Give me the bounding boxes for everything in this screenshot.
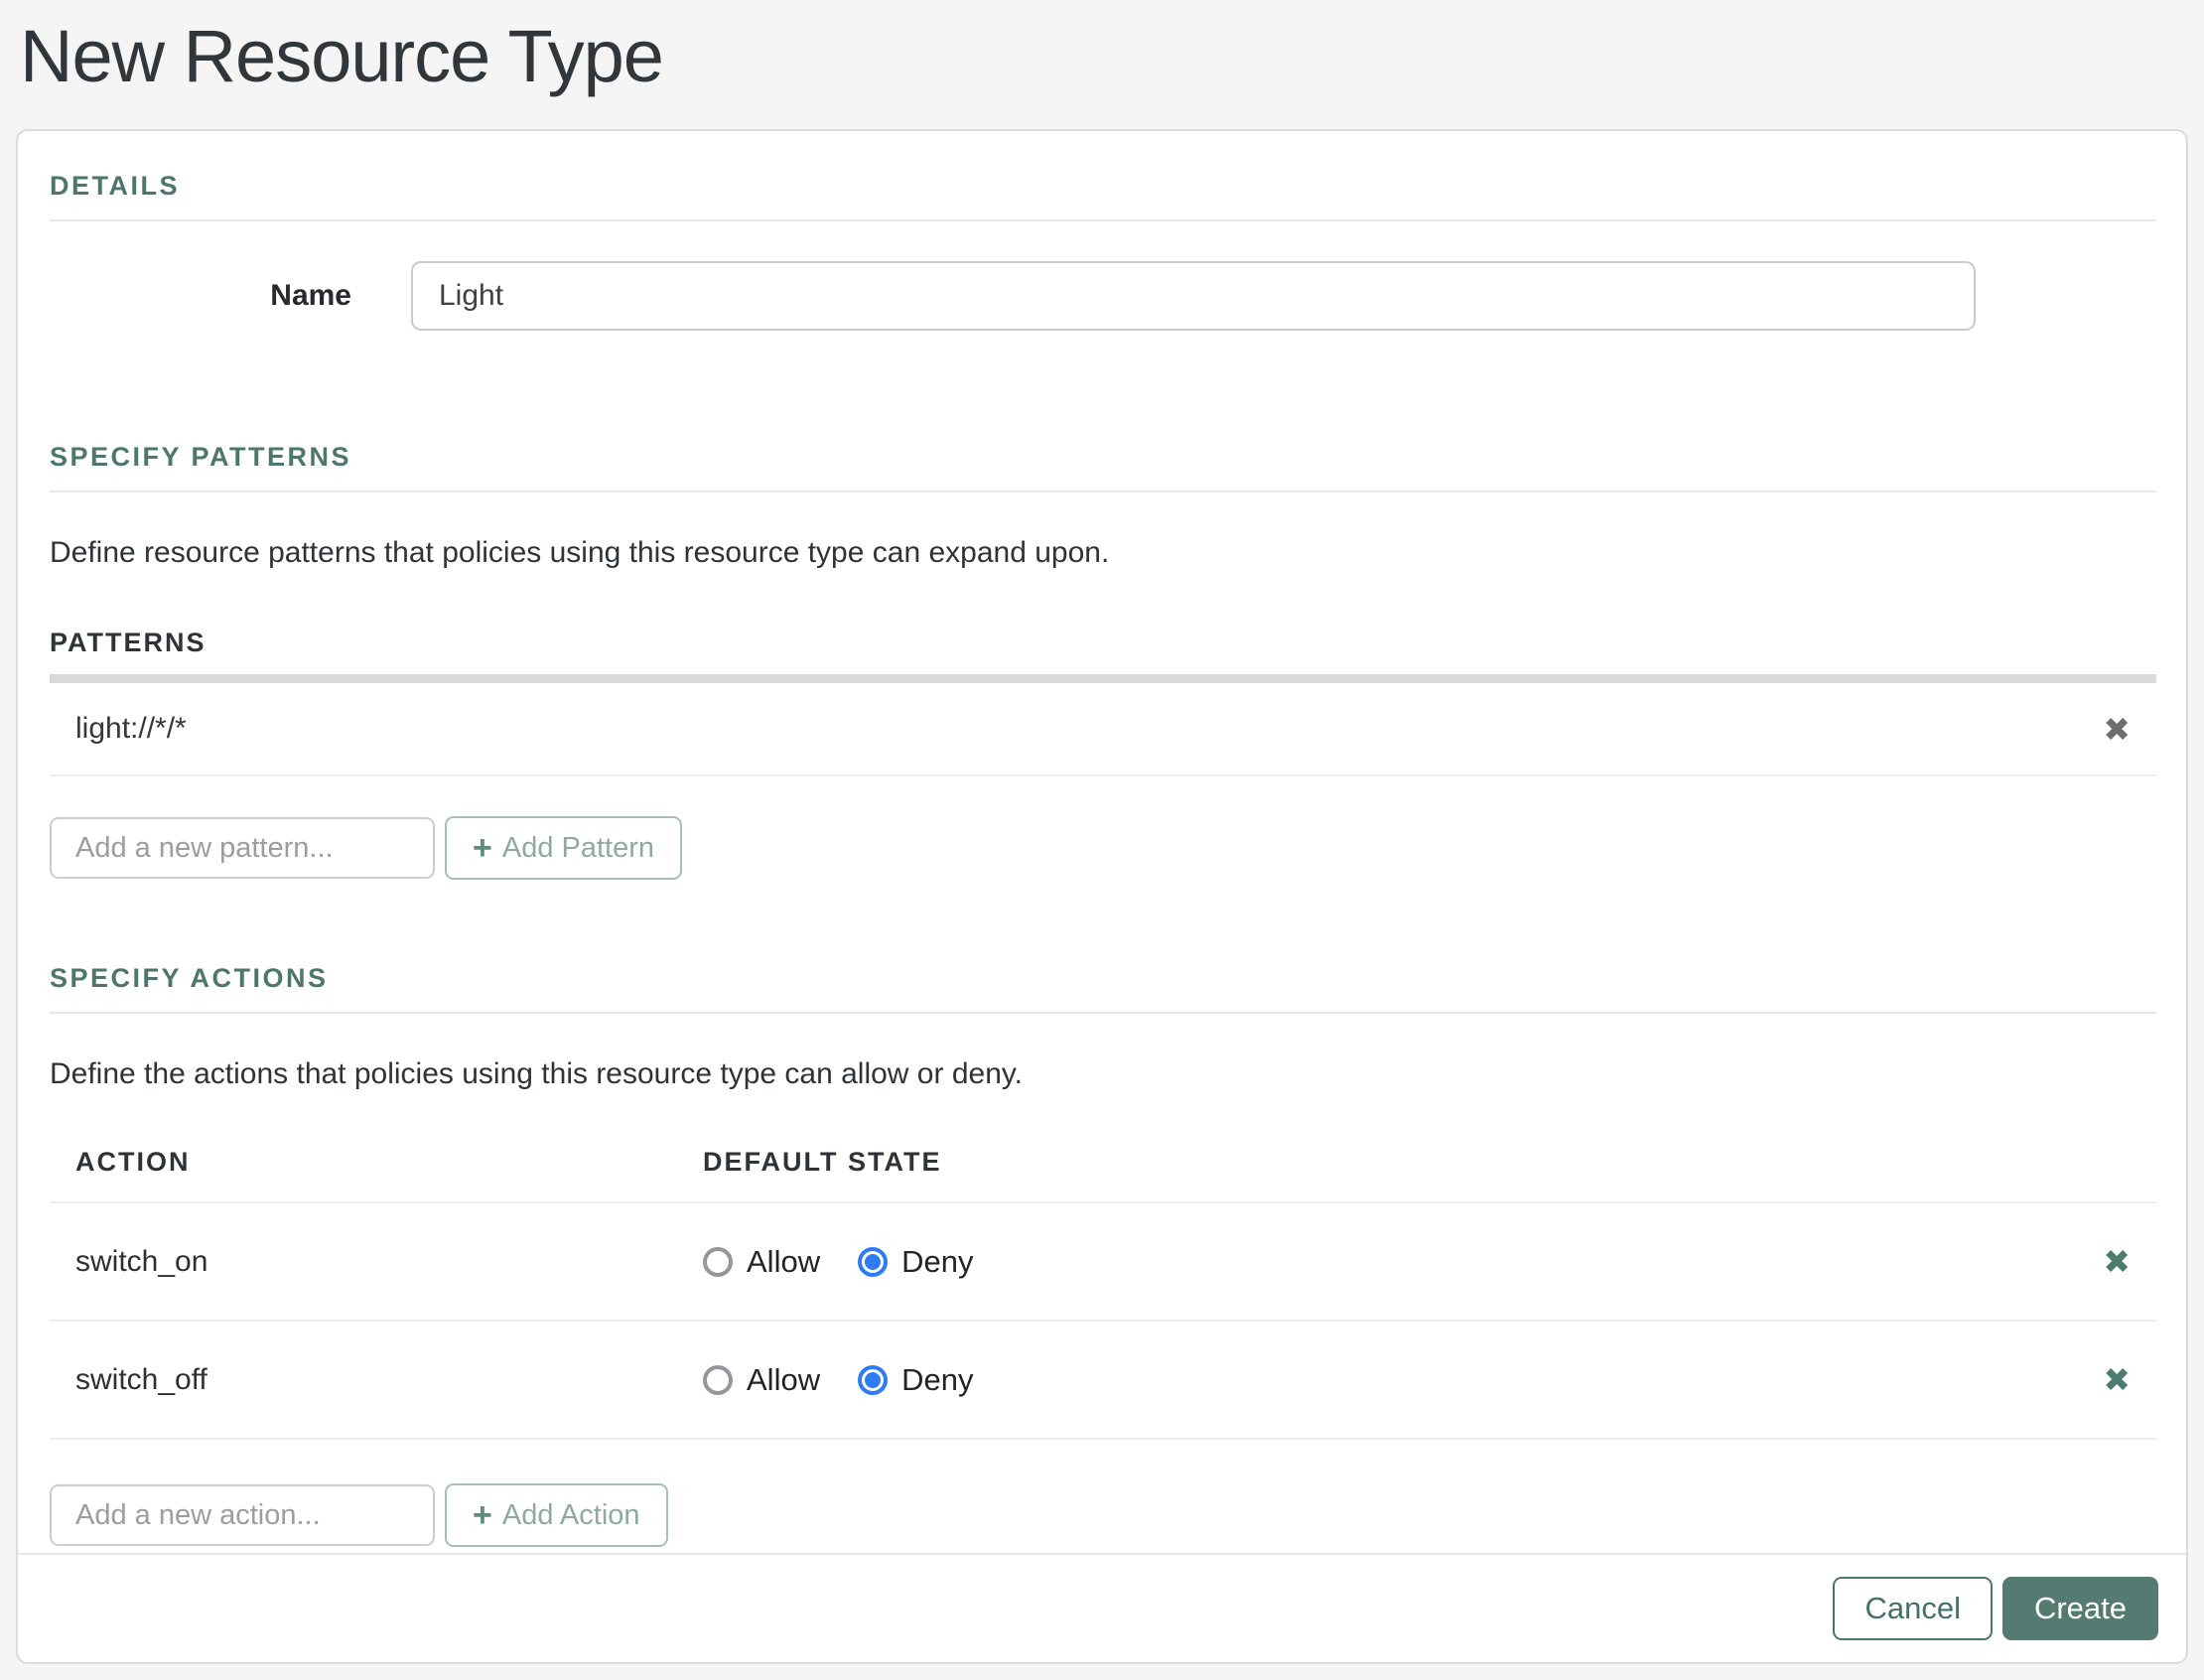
add-pattern-row: + Add Pattern [50,816,2156,880]
patterns-list-label: PATTERNS [50,628,2156,658]
pattern-value: light://*/* [75,712,187,746]
specify-actions-section-heading: SPECIFY ACTIONS [50,963,2156,994]
action-column-header: ACTION [75,1147,703,1178]
table-row: switch_on Allow Deny ✖ [50,1203,2156,1322]
radio-button-icon[interactable] [858,1365,888,1395]
footer-area: Cancel Create [18,1553,2186,1662]
form-footer: Cancel Create [18,1553,2186,1662]
allow-radio-label: Allow [747,1244,820,1280]
new-resource-type-form-card: DETAILS Name SPECIFY PATTERNS Define res… [16,129,2188,1664]
actions-table-header: ACTION DEFAULT STATE [50,1147,2156,1203]
radio-button-icon[interactable] [703,1247,733,1277]
remove-icon: ✖ [2103,1243,2131,1280]
deny-radio-option[interactable]: Deny [858,1362,973,1398]
name-input[interactable] [411,261,1976,331]
page-header: New Resource Type [0,0,2204,129]
page-title: New Resource Type [0,0,2204,98]
add-pattern-button[interactable]: + Add Pattern [445,816,682,880]
action-name: switch_on [75,1245,703,1279]
default-state-column-header: DEFAULT STATE [703,1147,941,1178]
new-pattern-input[interactable] [50,817,435,879]
new-action-input[interactable] [50,1484,435,1546]
add-pattern-button-label: Add Pattern [502,832,654,865]
details-section-heading: DETAILS [50,171,2156,202]
name-field-row: Name [50,261,2156,331]
table-row: switch_off Allow Deny ✖ [50,1322,2156,1440]
deny-radio-label: Deny [901,1244,973,1280]
deny-radio-label: Deny [901,1362,973,1398]
plus-icon: + [473,831,492,865]
allow-radio-option[interactable]: Allow [703,1362,820,1398]
remove-icon: ✖ [2103,711,2131,748]
add-action-row: + Add Action [50,1483,2156,1547]
specify-patterns-section-heading: SPECIFY PATTERNS [50,442,2156,473]
cancel-button[interactable]: Cancel [1833,1577,1993,1640]
action-name: switch_off [75,1363,703,1397]
pattern-list-item: light://*/* ✖ [50,683,2156,776]
default-state-radio-group: Allow Deny [703,1244,973,1280]
section-divider [50,1012,2156,1014]
allow-radio-label: Allow [747,1362,820,1398]
add-action-button[interactable]: + Add Action [445,1483,668,1547]
remove-action-button[interactable]: ✖ [2103,1245,2131,1278]
radio-button-icon[interactable] [858,1247,888,1277]
patterns-description: Define resource patterns that policies u… [50,536,2156,570]
allow-radio-option[interactable]: Allow [703,1244,820,1280]
form-body: DETAILS Name SPECIFY PATTERNS Define res… [18,131,2186,1547]
name-field-label: Name [50,279,351,313]
radio-button-icon[interactable] [703,1365,733,1395]
section-divider [50,490,2156,492]
section-divider [50,219,2156,221]
add-action-button-label: Add Action [502,1499,640,1532]
deny-radio-option[interactable]: Deny [858,1244,973,1280]
remove-pattern-button[interactable]: ✖ [2103,713,2131,746]
plus-icon: + [473,1498,492,1532]
actions-description: Define the actions that policies using t… [50,1057,2156,1091]
create-button[interactable]: Create [2002,1577,2158,1640]
patterns-list-header-bar [50,674,2156,683]
default-state-radio-group: Allow Deny [703,1362,973,1398]
remove-icon: ✖ [2103,1361,2131,1398]
remove-action-button[interactable]: ✖ [2103,1363,2131,1396]
